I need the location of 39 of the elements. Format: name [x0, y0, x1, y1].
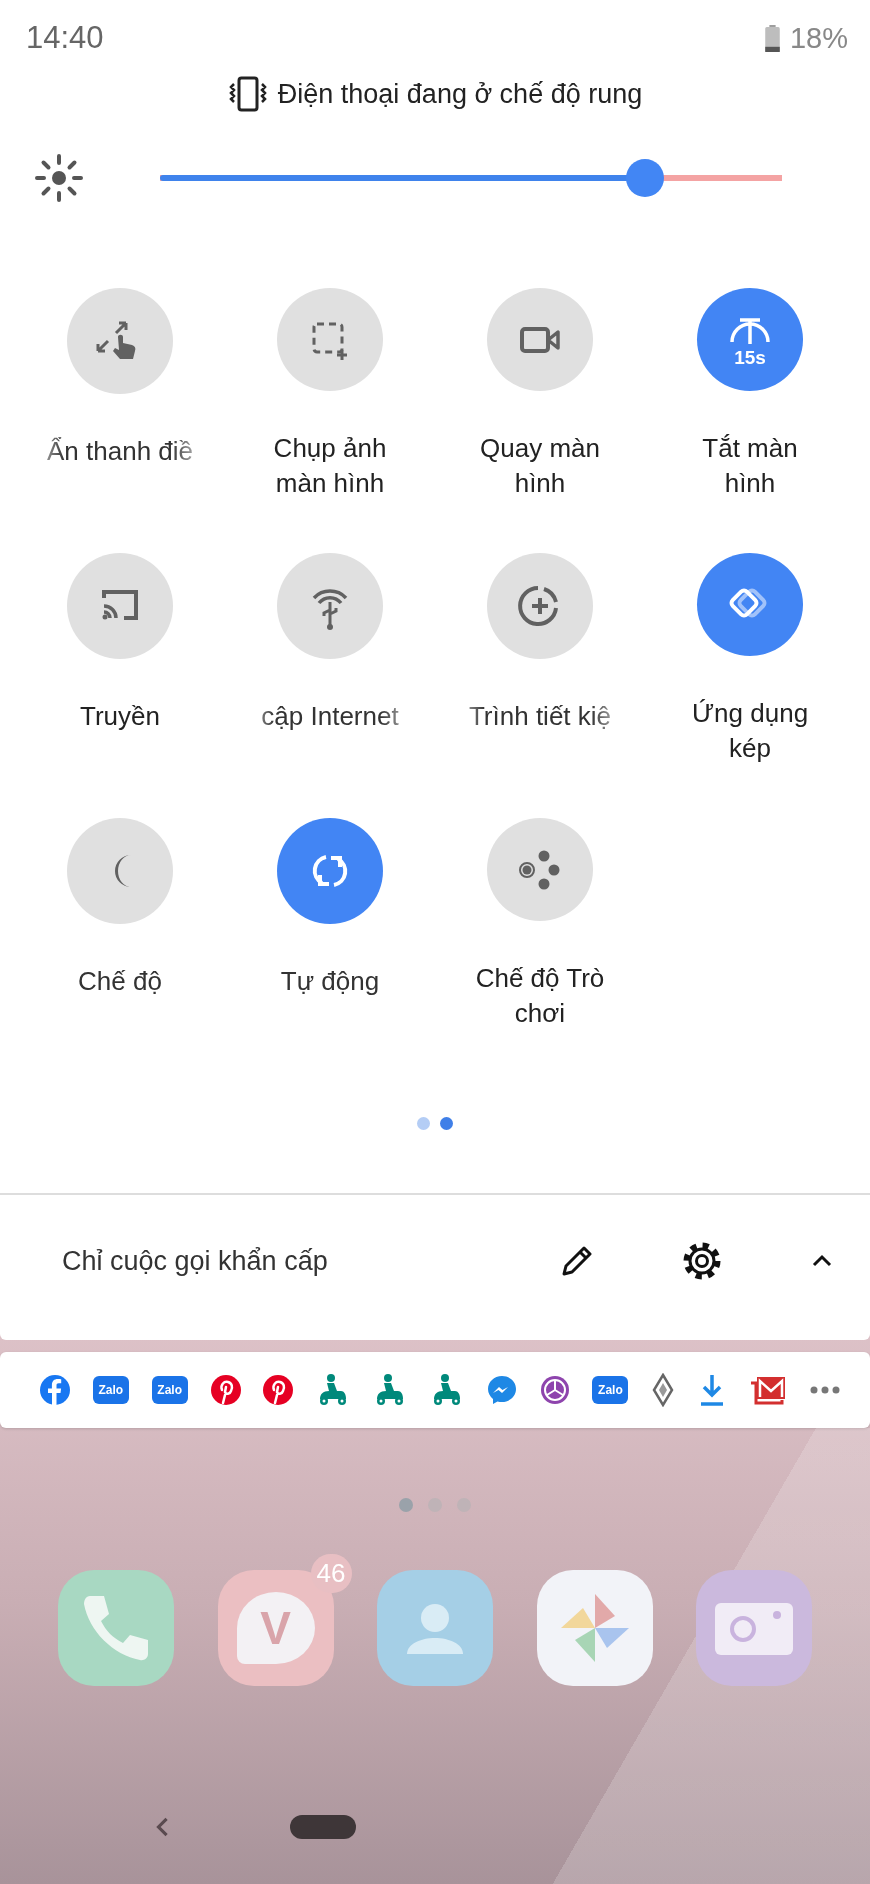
timer-label: 15s — [734, 346, 766, 368]
tile-label: Trình tiết kiệ — [467, 700, 613, 733]
diamond-icon — [651, 1373, 676, 1407]
tile-label: Tắt màn hình — [701, 432, 799, 500]
status-time: 14:40 — [26, 20, 104, 56]
tile-label: Ẩn thanh điề — [47, 435, 193, 468]
tile-label: Truyền — [79, 700, 161, 733]
timer-icon — [730, 317, 770, 346]
zalo-logo-text: Zalo — [598, 1383, 623, 1397]
vibrate-icon — [227, 74, 268, 114]
facebook-icon — [40, 1375, 70, 1405]
tile-label: Chế độ Trò chơi — [474, 962, 606, 1030]
pinwheel-app-icon[interactable] — [536, 1570, 653, 1686]
more-icon — [809, 1385, 840, 1395]
tile-label: Tự động — [279, 965, 381, 998]
pencil-icon — [560, 1244, 594, 1278]
tile-label: Chế độ — [77, 965, 163, 998]
notification-badge: 46 — [310, 1554, 352, 1593]
aperture-icon — [539, 1375, 570, 1405]
zalo-logo-text: Zalo — [98, 1383, 124, 1397]
tile-label: Chụp ảnh màn hình — [272, 432, 388, 500]
ringer-mode-text: Điện thoại đang ở chế độ rung — [277, 78, 643, 110]
pinterest-icon — [210, 1375, 241, 1405]
mail-icon — [748, 1375, 787, 1405]
chat-logo-letter: V — [260, 1601, 291, 1655]
messenger-icon — [486, 1375, 517, 1405]
tile-label: Ứng dụng kép — [690, 697, 810, 765]
pinterest-icon — [263, 1375, 294, 1405]
toggle-tile[interactable]: 15s — [697, 288, 803, 391]
slider-thumb[interactable] — [626, 159, 665, 197]
phone-app-icon[interactable] — [58, 1570, 174, 1686]
zalo-logo-text: Zalo — [157, 1383, 182, 1397]
battery-icon — [764, 24, 780, 52]
tile-label: Quay màn hình — [479, 432, 601, 500]
carrier-status-text: Chỉ cuộc gọi khẩn cấp — [62, 1245, 329, 1277]
home-button[interactable] — [290, 1815, 356, 1839]
brightness-icon — [34, 153, 84, 203]
battery-percent: 18% — [789, 21, 848, 55]
tile-label: cập Internet — [260, 700, 400, 733]
